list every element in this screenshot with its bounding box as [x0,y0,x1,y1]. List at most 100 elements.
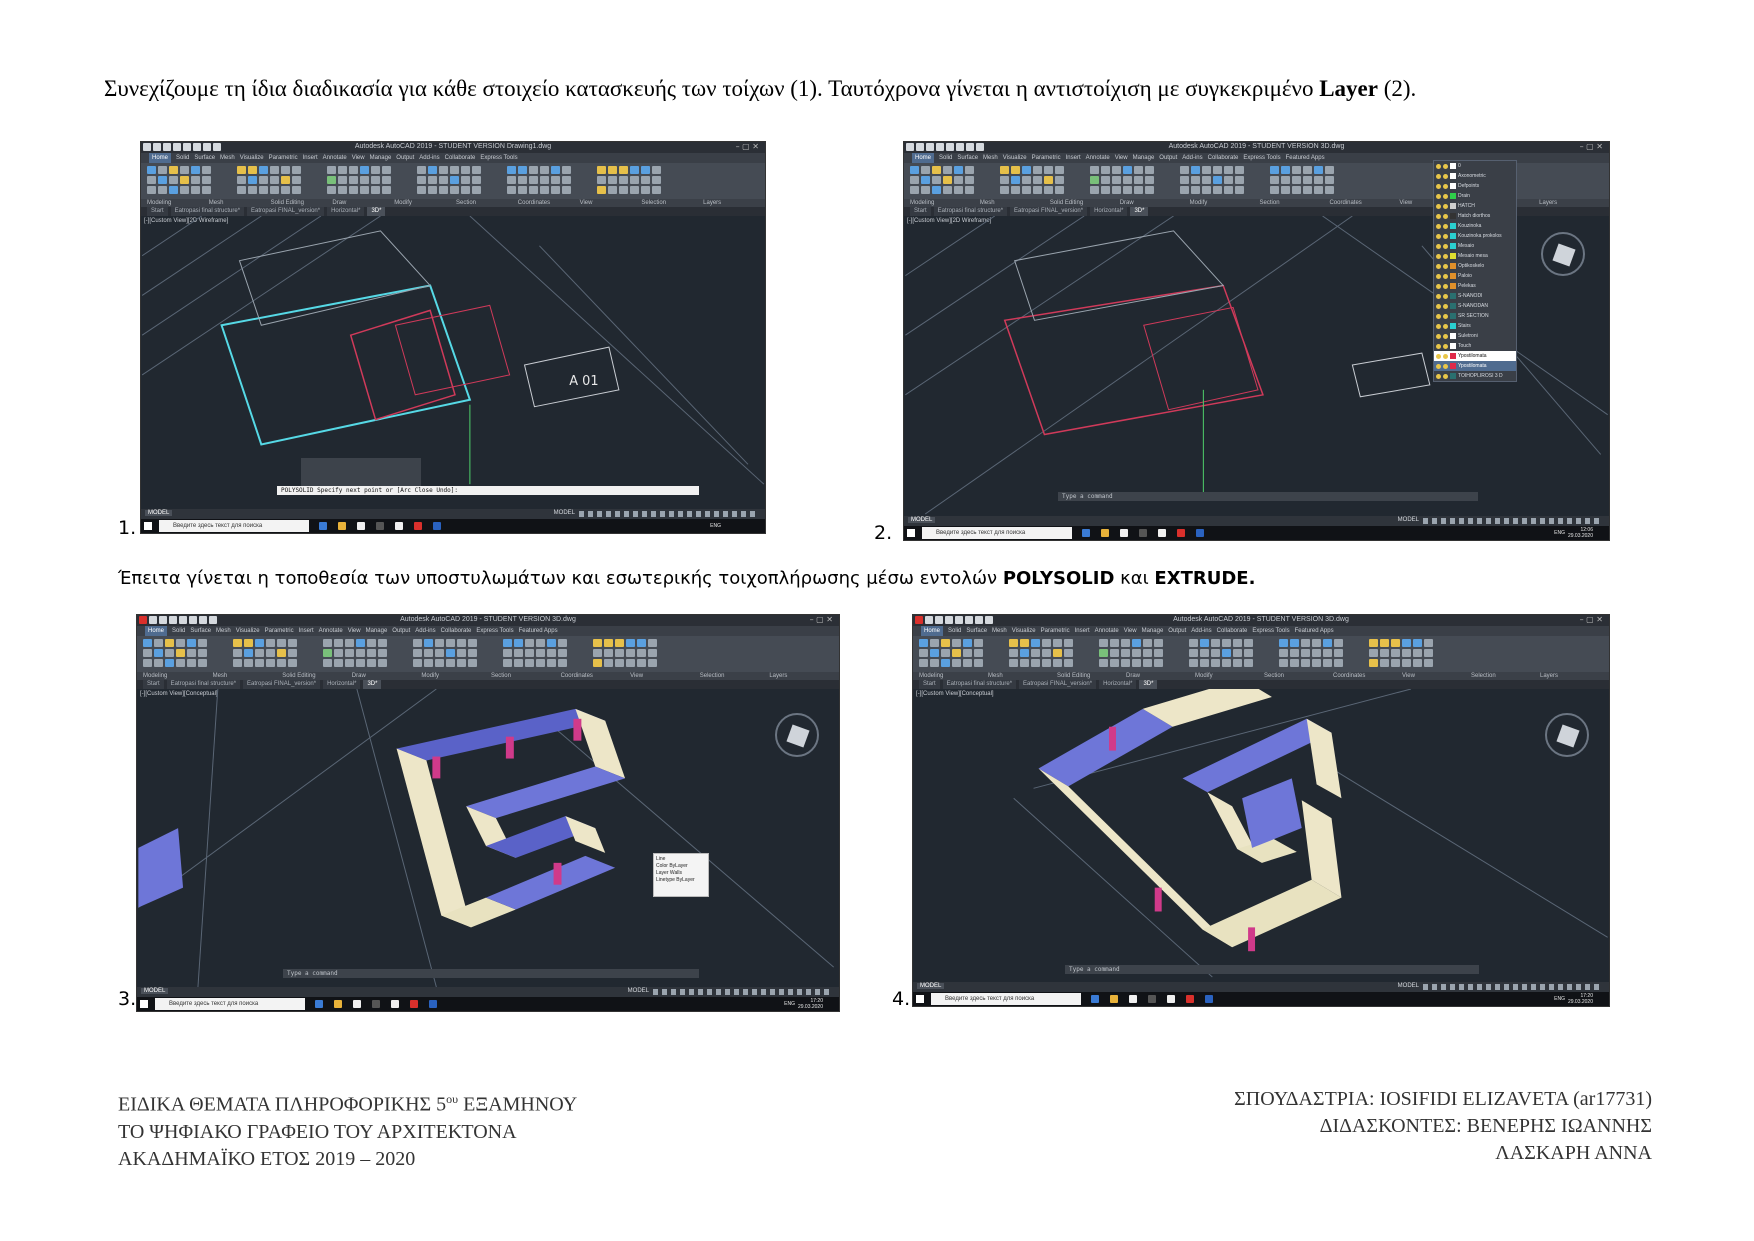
tab-express-tools[interactable]: Express Tools [480,153,517,163]
tab-insert[interactable]: Insert [1075,626,1090,636]
model-space-label[interactable]: MODEL [1398,983,1419,989]
model-space-label[interactable]: MODEL [554,510,575,516]
status-toggles[interactable] [1423,518,1601,524]
window-controls[interactable]: – ▢ ✕ [1580,142,1603,151]
mesh-tools[interactable] [1009,639,1073,667]
tab-visualize[interactable]: Visualize [1012,626,1036,636]
tab-annotate[interactable]: Annotate [1095,626,1119,636]
mesh-tools[interactable] [237,166,301,194]
layer-item[interactable]: Kouzinoka [1434,221,1516,231]
tab-manage[interactable]: Manage [1133,153,1155,163]
tab-featured-apps[interactable]: Featured Apps [1295,626,1334,636]
layer-tools[interactable] [593,639,657,667]
tab-home[interactable]: Home [149,153,172,163]
layer-item[interactable]: Paloio [1434,271,1516,281]
tab-collaborate[interactable]: Collaborate [1217,626,1248,636]
layer-item[interactable]: Mesaio mesa [1434,251,1516,261]
layer-item[interactable]: TOIHOPLIROSI 3 D [1434,371,1516,381]
model-tab[interactable]: MODEL [145,510,173,516]
tab-collaborate[interactable]: Collaborate [1208,153,1239,163]
view-tools[interactable] [507,166,571,194]
language-indicator[interactable]: ENG [1554,996,1565,1002]
command-line[interactable]: POLYSOLID Specify next point or [Arc Clo… [277,486,699,495]
layer-item[interactable]: Axonometric [1434,171,1516,181]
layer-item[interactable]: Touch [1434,341,1516,351]
status-toggles[interactable] [1423,984,1601,990]
layer-item[interactable]: Optikoskelo [1434,261,1516,271]
file-tab[interactable]: Horizontal* [1099,680,1137,689]
file-tab-start[interactable]: Start [919,680,940,689]
file-tab-active[interactable]: 3D* [1130,207,1149,216]
tab-express-tools[interactable]: Express Tools [1252,626,1289,636]
viewcube[interactable] [775,713,819,757]
tab-parametric[interactable]: Parametric [265,626,294,636]
tab-mesh[interactable]: Mesh [983,153,998,163]
draw-tools[interactable] [1090,166,1154,194]
tab-parametric[interactable]: Parametric [1041,626,1070,636]
tab-output[interactable]: Output [1168,626,1186,636]
tab-express-tools[interactable]: Express Tools [1243,153,1280,163]
tab-collaborate[interactable]: Collaborate [441,626,472,636]
drawing-viewport[interactable]: [-][Custom View][2D Wireframe] A 01 [141,216,765,509]
window-controls[interactable]: – ▢ ✕ [736,142,759,151]
tab-parametric[interactable]: Parametric [1032,153,1061,163]
file-tab[interactable]: Horizontal* [1090,207,1128,216]
layer-item[interactable]: S-NANODAN [1434,301,1516,311]
tab-view[interactable]: View [352,153,365,163]
tab-home[interactable]: Home [921,626,944,636]
layer-item[interactable]: Drain [1434,191,1516,201]
tab-solid[interactable]: Solid [939,153,952,163]
tab-collaborate[interactable]: Collaborate [445,153,476,163]
layer-dropdown-list[interactable]: 0 Axonometric Defpoints Drain HATCH Hatc… [1433,160,1517,382]
file-tab[interactable]: Eatropasi final structure* [933,207,1008,216]
layer-item[interactable]: Mesaio [1434,241,1516,251]
tab-annotate[interactable]: Annotate [1086,153,1110,163]
file-tab[interactable]: Eatropasi final structure* [170,207,245,216]
file-tab-active[interactable]: 3D* [1139,680,1158,689]
taskbar-apps[interactable] [1091,995,1213,1003]
tab-featured-apps[interactable]: Featured Apps [1286,153,1325,163]
taskbar-apps[interactable] [1082,529,1204,537]
layer-tools[interactable] [1369,639,1433,667]
tab-insert[interactable]: Insert [299,626,314,636]
model-tab[interactable]: MODEL [908,517,936,523]
model-tab[interactable]: MODEL [141,988,169,994]
viewcube[interactable] [1545,713,1589,757]
tab-annotate[interactable]: Annotate [323,153,347,163]
tab-output[interactable]: Output [392,626,410,636]
tab-solid[interactable]: Solid [176,153,189,163]
file-tab[interactable]: Horizontal* [327,207,365,216]
taskbar-search[interactable]: Введите здесь текст для поиска [931,993,1081,1005]
layer-item[interactable]: SR SECTION [1434,311,1516,321]
tab-insert[interactable]: Insert [1066,153,1081,163]
layer-item[interactable]: 0 [1434,161,1516,171]
tab-addins[interactable]: Add-ins [415,626,435,636]
tab-surface[interactable]: Surface [194,153,215,163]
file-tab-active[interactable]: 3D* [363,680,382,689]
file-tab[interactable]: Eatropasi FINAL_version* [1010,207,1088,216]
tab-output[interactable]: Output [396,153,414,163]
tab-parametric[interactable]: Parametric [269,153,298,163]
draw-tools[interactable] [323,639,387,667]
layer-item[interactable]: Defpoints [1434,181,1516,191]
file-tab-start[interactable]: Start [143,680,164,689]
modify-tools[interactable] [1180,166,1244,194]
modify-tools[interactable] [1189,639,1253,667]
file-tab[interactable]: Eatropasi final structure* [942,680,1017,689]
layer-item[interactable]: Hatch diorthos [1434,211,1516,221]
layer-item[interactable]: S-NANODI [1434,291,1516,301]
taskbar-apps[interactable] [319,522,441,530]
draw-tools[interactable] [1099,639,1163,667]
view-tools[interactable] [503,639,567,667]
modify-tools[interactable] [417,166,481,194]
layer-tools[interactable] [597,166,661,194]
layer-item[interactable]: Pelekas [1434,281,1516,291]
tab-visualize[interactable]: Visualize [1003,153,1027,163]
status-toggles[interactable] [653,989,831,995]
tab-insert[interactable]: Insert [303,153,318,163]
tab-express-tools[interactable]: Express Tools [476,626,513,636]
drawing-viewport[interactable]: [-][Custom View][Conceptual] [913,689,1609,982]
mesh-tools[interactable] [1000,166,1064,194]
windows-start-icon[interactable] [916,995,924,1003]
tab-view[interactable]: View [1115,153,1128,163]
